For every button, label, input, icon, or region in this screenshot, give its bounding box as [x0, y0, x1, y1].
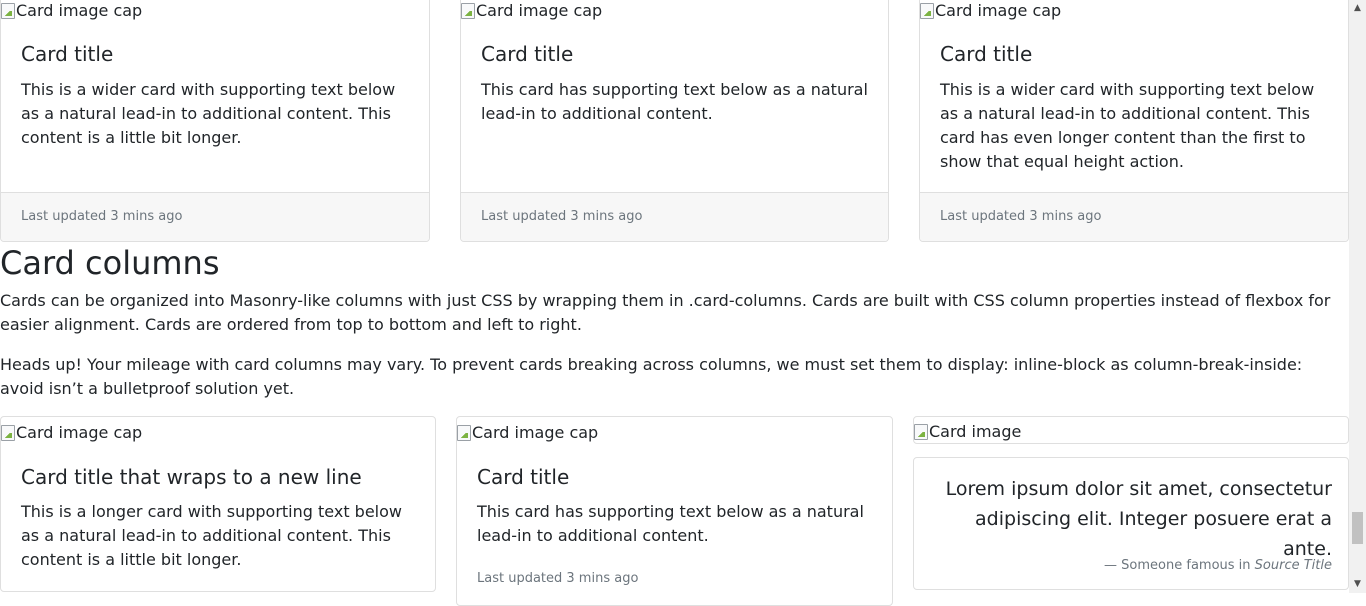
broken-image-icon	[1, 425, 15, 441]
card-title: Card title	[21, 42, 114, 66]
card-footer-text: Last updated 3 mins ago	[940, 209, 1102, 224]
blockquote-attribution: Someone famous in	[1121, 558, 1251, 573]
card-updated-text: Last updated 3 mins ago	[477, 571, 639, 586]
card-footer-text: Last updated 3 mins ago	[481, 209, 643, 224]
card-image-alt: Card image cap	[935, 1, 1062, 20]
card-text: This is a wider card with supporting tex…	[21, 80, 396, 147]
card-top-3: Card image cap Card title This is a wide…	[919, 0, 1349, 242]
broken-image-icon	[914, 424, 928, 440]
card-image-alt: Card image cap	[472, 423, 599, 442]
vertical-scrollbar[interactable]: ▲ ▼	[1349, 0, 1366, 593]
card-top-1: Card image cap Card title This is a wide…	[0, 0, 430, 242]
card-footer-text: Last updated 3 mins ago	[21, 209, 183, 224]
card-footer: Last updated 3 mins ago	[461, 192, 888, 241]
card-image-cap: Card image cap	[1, 421, 142, 445]
card-image-cap: Card image cap	[457, 421, 598, 445]
card-title: Card title	[481, 42, 574, 66]
blockquote-source: Source Title	[1254, 558, 1332, 573]
blockquote-footer: — Someone famous in Source Title	[1104, 554, 1332, 578]
card-text: This card has supporting text below as a…	[477, 502, 864, 545]
broken-image-icon	[1, 3, 15, 19]
card-title: Card title that wraps to a new line	[21, 465, 362, 489]
card-title: Card title	[940, 42, 1033, 66]
card-text: This is a wider card with supporting tex…	[940, 80, 1315, 171]
section-description: Cards can be organized into Masonry-like…	[0, 291, 1331, 334]
section-note: Heads up! Your mileage with card columns…	[0, 355, 1303, 398]
blockquote-card: Lorem ipsum dolor sit amet, consectetur …	[913, 457, 1349, 590]
card-column-1: Card image cap Card title that wraps to …	[0, 416, 436, 592]
scroll-down-icon[interactable]: ▼	[1349, 576, 1366, 593]
scroll-up-icon[interactable]: ▲	[1349, 0, 1366, 17]
scrollbar-thumb[interactable]	[1352, 512, 1363, 544]
card-image: Card image	[914, 420, 1022, 443]
broken-image-icon	[461, 3, 475, 19]
card-text: This is a longer card with supporting te…	[21, 502, 402, 569]
card-image-alt: Card image cap	[16, 1, 143, 20]
card-title: Card title	[477, 465, 570, 489]
card-image-cap: Card image cap	[461, 0, 602, 23]
card-image-alt: Card image cap	[16, 423, 143, 442]
card-text: This card has supporting text below as a…	[481, 80, 868, 123]
broken-image-icon	[457, 425, 471, 441]
broken-image-icon	[920, 3, 934, 19]
card-image-alt: Card image cap	[476, 1, 603, 20]
card-image-cap: Card image cap	[920, 0, 1061, 23]
card-top-2: Card image cap Card title This card has …	[460, 0, 889, 242]
card-image-cap: Card image cap	[1, 0, 142, 23]
blockquote-text: Lorem ipsum dolor sit amet, consectetur …	[945, 478, 1332, 560]
card-footer: Last updated 3 mins ago	[1, 192, 429, 241]
card-footer: Last updated 3 mins ago	[920, 192, 1348, 241]
section-heading: Card columns	[0, 244, 220, 282]
blockquote-dash: —	[1104, 558, 1118, 573]
card-column-2: Card image cap Card title This card has …	[456, 416, 893, 606]
card-image-alt: Card image	[929, 422, 1022, 441]
card-column-3-image: Card image	[913, 416, 1349, 444]
